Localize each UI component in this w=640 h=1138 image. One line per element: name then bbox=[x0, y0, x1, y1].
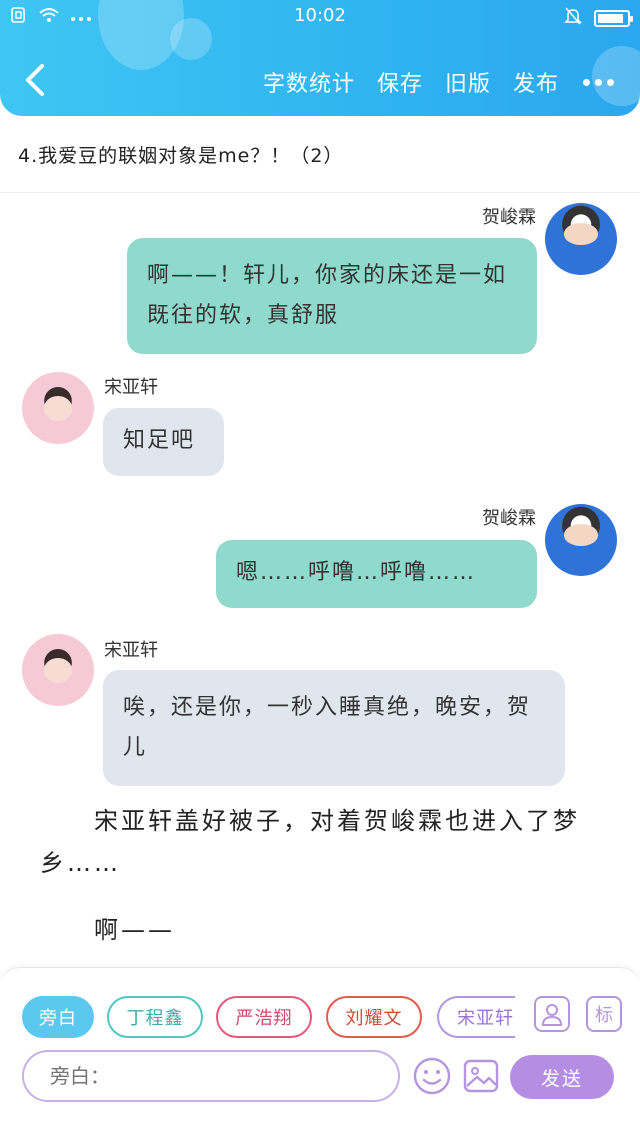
save-button[interactable]: 保存 bbox=[377, 66, 423, 98]
avatar[interactable] bbox=[545, 203, 617, 275]
tag-button[interactable]: 标 bbox=[586, 996, 622, 1032]
bell-muted-icon bbox=[564, 6, 582, 31]
role-chip[interactable]: 丁程鑫 bbox=[107, 996, 203, 1038]
avatar[interactable] bbox=[545, 504, 617, 576]
battery-icon bbox=[594, 10, 633, 27]
message-bubble[interactable]: 唉，还是你，一秒入睡真绝，晚安，贺儿 bbox=[103, 670, 565, 786]
app-header: 10:02 字数统计 保存 旧版 发布 bbox=[0, 0, 640, 116]
composer-panel: 旁白 丁程鑫 严浩翔 刘耀文 宋亚轩 标 发送 bbox=[0, 967, 640, 1138]
status-bar: 10:02 bbox=[0, 0, 640, 34]
avatar[interactable] bbox=[22, 372, 94, 444]
role-chip-narrator[interactable]: 旁白 bbox=[22, 996, 94, 1038]
header-toolbar: 字数统计 保存 旧版 发布 bbox=[263, 66, 616, 98]
person-card-icon[interactable] bbox=[534, 996, 570, 1032]
role-chip[interactable]: 宋亚轩 bbox=[437, 996, 515, 1038]
emoji-icon[interactable] bbox=[412, 1056, 452, 1096]
message-input[interactable] bbox=[50, 1064, 398, 1088]
message-bubble[interactable]: 嗯……呼噜…呼噜…… bbox=[216, 540, 537, 608]
speaker-name: 贺峻霖 bbox=[482, 508, 536, 529]
avatar[interactable] bbox=[22, 634, 94, 706]
title-divider bbox=[0, 192, 640, 193]
status-time: 10:02 bbox=[294, 5, 346, 26]
speaker-name: 贺峻霖 bbox=[482, 207, 536, 228]
narration-text[interactable]: 宋亚轩盖好被子，对着贺峻霖也进入了梦乡…… bbox=[40, 800, 610, 884]
back-button[interactable] bbox=[18, 60, 52, 100]
composer-input-box[interactable] bbox=[22, 1050, 400, 1102]
battery-level bbox=[598, 14, 623, 23]
speaker-name: 宋亚轩 bbox=[104, 640, 158, 661]
send-button[interactable]: 发送 bbox=[510, 1055, 614, 1099]
role-chip[interactable]: 严浩翔 bbox=[216, 996, 312, 1038]
message-bubble[interactable]: 啊——！轩儿，你家的床还是一如既往的软，真舒服 bbox=[127, 238, 537, 354]
chapter-title[interactable]: 4.我爱豆的联姻对象是me？！（2） bbox=[18, 141, 343, 168]
narration-text[interactable]: 啊—— bbox=[94, 910, 175, 945]
old-version-button[interactable]: 旧版 bbox=[445, 66, 491, 98]
chevron-left-icon bbox=[26, 64, 44, 96]
word-count-button[interactable]: 字数统计 bbox=[263, 66, 355, 98]
publish-button[interactable]: 发布 bbox=[513, 66, 559, 98]
role-chip[interactable]: 刘耀文 bbox=[326, 996, 422, 1038]
more-horizontal-icon[interactable] bbox=[581, 78, 616, 86]
image-icon[interactable] bbox=[461, 1056, 501, 1096]
message-bubble[interactable]: 知足吧 bbox=[103, 408, 224, 476]
speaker-name: 宋亚轩 bbox=[104, 377, 158, 398]
